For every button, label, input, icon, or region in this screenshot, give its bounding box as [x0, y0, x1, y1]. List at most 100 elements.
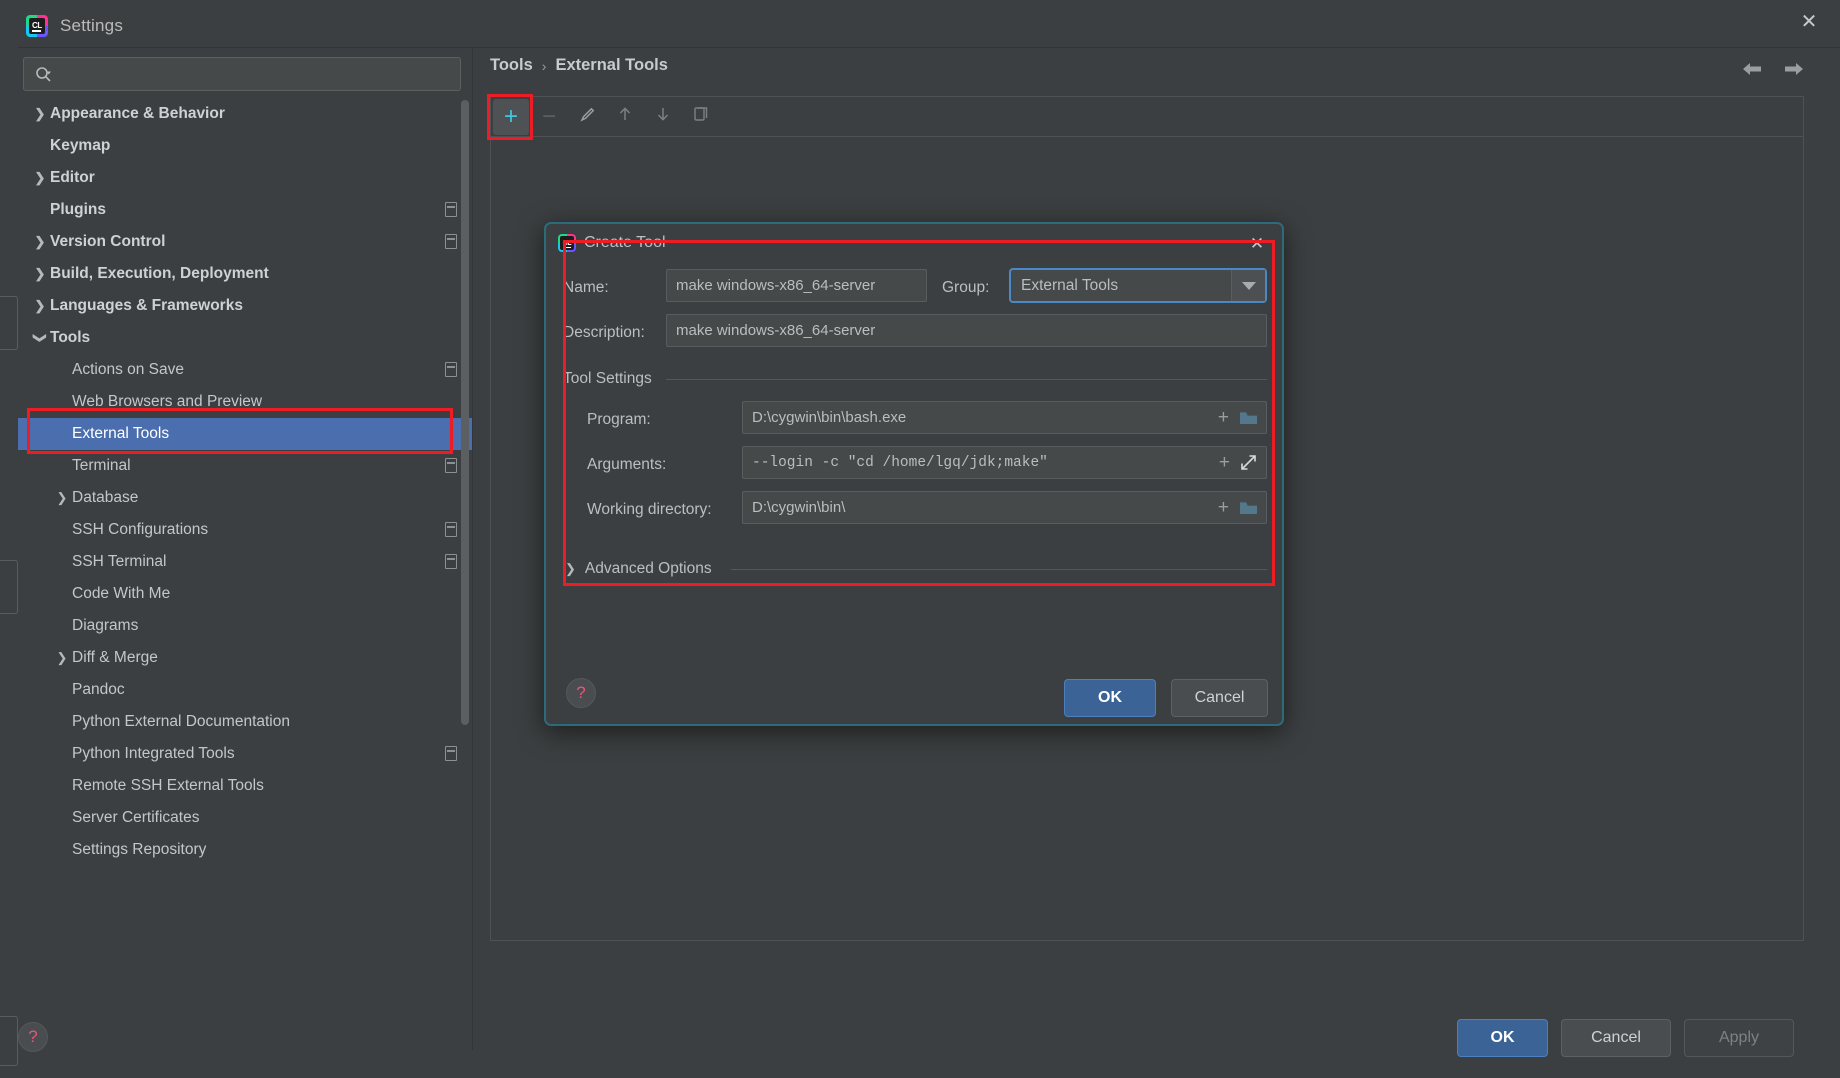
sidebar-item-actions-on-save[interactable]: ❯Actions on Save — [18, 354, 472, 386]
dialog-close-icon[interactable]: ✕ — [1246, 233, 1268, 255]
sidebar-item-label: Editor — [50, 169, 95, 186]
dialog-ok-button[interactable]: OK — [1064, 679, 1156, 717]
chevron-right-icon[interactable]: ❯ — [32, 106, 48, 122]
sidebar-scrollbar-thumb[interactable] — [461, 100, 469, 725]
chevron-down-icon[interactable] — [1231, 270, 1265, 301]
sidebar-item-python-external-documentation[interactable]: ❯Python External Documentation — [18, 706, 472, 738]
sidebar-item-server-certificates[interactable]: ❯Server Certificates — [18, 802, 472, 834]
ok-button[interactable]: OK — [1457, 1019, 1548, 1057]
sidebar-item-label: Diagrams — [72, 617, 139, 634]
sidebar-item-web-browsers-and-preview[interactable]: ❯Web Browsers and Preview — [18, 386, 472, 418]
clion-icon: CL — [558, 234, 576, 252]
sidebar-item-build-execution-deployment[interactable]: ❯ Build, Execution, Deployment — [18, 258, 472, 290]
plugin-badge-icon — [445, 458, 457, 473]
move-up-button[interactable] — [607, 99, 643, 135]
chevron-right-icon[interactable]: ❯ — [32, 266, 48, 282]
window-title: Settings — [60, 15, 124, 35]
settings-window: CL Settings ✕ ❯Appearance & Behavior❯Key… — [0, 0, 1840, 1078]
program-value: D:\cygwin\bin\bash.exe — [752, 409, 907, 426]
arguments-label: Arguments: — [587, 456, 667, 473]
close-icon[interactable]: ✕ — [1794, 8, 1824, 36]
navigation-arrows — [1740, 58, 1806, 80]
sidebar-item-editor[interactable]: ❯ Editor — [18, 162, 472, 194]
working-directory-field[interactable]: D:\cygwin\bin\ + — [742, 491, 1267, 524]
plus-icon[interactable]: + — [1219, 453, 1230, 472]
sidebar-item-label: Actions on Save — [72, 361, 185, 378]
settings-sidebar: ❯Appearance & Behavior❯Keymap❯Editor❯Plu… — [18, 48, 473, 1050]
chevron-right-icon[interactable]: ❯ — [32, 234, 48, 250]
plus-icon[interactable]: + — [1218, 408, 1229, 427]
sidebar-item-diff-merge[interactable]: ❯ Diff & Merge — [18, 642, 472, 674]
sidebar-item-ssh-configurations[interactable]: ❯SSH Configurations — [18, 514, 472, 546]
chevron-right-icon: › — [541, 57, 547, 74]
advanced-options-toggle[interactable]: ❯ Advanced Options — [565, 560, 712, 578]
sidebar-item-keymap[interactable]: ❯Keymap — [18, 130, 472, 162]
sidebar-item-tools[interactable]: ❯ Tools — [18, 322, 472, 354]
chevron-right-icon[interactable]: ❯ — [32, 170, 48, 186]
chevron-down-icon[interactable]: ❯ — [32, 330, 48, 346]
sidebar-item-pandoc[interactable]: ❯Pandoc — [18, 674, 472, 706]
dialog-help-icon[interactable]: ? — [566, 678, 596, 708]
breadcrumb-parent[interactable]: Tools — [490, 56, 533, 75]
sidebar-item-languages-frameworks[interactable]: ❯ Languages & Frameworks — [18, 290, 472, 322]
sidebar-item-settings-repository[interactable]: ❯Settings Repository — [18, 834, 472, 866]
sidebar-item-label: Code With Me — [72, 585, 171, 602]
search-icon — [35, 65, 53, 83]
left-edge-strip-top — [0, 296, 18, 350]
sidebar-item-label: Python External Documentation — [72, 713, 290, 730]
sidebar-item-label: Settings Repository — [72, 841, 207, 858]
external-tools-toolbar: + − — [490, 96, 1804, 136]
settings-tree[interactable]: ❯Appearance & Behavior❯Keymap❯Editor❯Plu… — [18, 98, 472, 1050]
help-icon[interactable]: ? — [18, 1022, 48, 1052]
chevron-right-icon[interactable]: ❯ — [32, 298, 48, 314]
chevron-right-icon[interactable]: ❯ — [54, 650, 70, 666]
sidebar-item-plugins[interactable]: ❯Plugins — [18, 194, 472, 226]
remove-tool-button[interactable]: − — [531, 99, 567, 135]
plus-icon[interactable]: + — [1218, 498, 1229, 517]
clion-icon: CL — [26, 14, 48, 37]
search-input[interactable] — [59, 66, 460, 82]
folder-icon[interactable] — [1239, 410, 1257, 425]
sidebar-item-terminal[interactable]: ❯Terminal — [18, 450, 472, 482]
edit-tool-button[interactable] — [569, 99, 605, 135]
expand-icon[interactable] — [1240, 454, 1257, 471]
group-combobox[interactable]: External Tools — [1009, 268, 1267, 303]
arrow-left-icon[interactable] — [1740, 58, 1764, 80]
sidebar-item-code-with-me[interactable]: ❯Code With Me — [18, 578, 472, 610]
folder-icon[interactable] — [1239, 500, 1257, 515]
search-box[interactable] — [23, 57, 461, 91]
sidebar-item-ssh-terminal[interactable]: ❯SSH Terminal — [18, 546, 472, 578]
sidebar-item-label: Plugins — [50, 201, 106, 218]
sidebar-item-appearance-behavior[interactable]: ❯ Appearance & Behavior — [18, 98, 472, 130]
sidebar-item-label: Diff & Merge — [72, 649, 158, 666]
sidebar-item-label: Web Browsers and Preview — [72, 393, 263, 410]
add-tool-button[interactable]: + — [493, 98, 529, 135]
dialog-cancel-button[interactable]: Cancel — [1171, 679, 1268, 717]
sidebar-item-external-tools[interactable]: ❯External Tools — [18, 418, 472, 450]
cancel-button[interactable]: Cancel — [1561, 1019, 1671, 1057]
create-tool-dialog: CL Create Tool ✕ Name: make windows-x86_… — [544, 222, 1284, 726]
advanced-options-label: Advanced Options — [584, 560, 712, 577]
plugin-badge-icon — [445, 362, 457, 377]
move-down-button[interactable] — [645, 99, 681, 135]
sidebar-item-python-integrated-tools[interactable]: ❯Python Integrated Tools — [18, 738, 472, 770]
arrow-right-icon[interactable] — [1782, 58, 1806, 80]
plugin-badge-icon — [445, 522, 457, 537]
arguments-field[interactable]: --login -c "cd /home/lgq/jdk;make" + — [742, 446, 1267, 479]
name-field[interactable]: make windows-x86_64-server — [666, 269, 927, 302]
copy-tool-button[interactable] — [683, 99, 719, 135]
description-field[interactable]: make windows-x86_64-server — [666, 314, 1267, 347]
pencil-icon — [578, 105, 597, 129]
sidebar-item-remote-ssh-external-tools[interactable]: ❯Remote SSH External Tools — [18, 770, 472, 802]
sidebar-item-database[interactable]: ❯ Database — [18, 482, 472, 514]
sidebar-item-label: Languages & Frameworks — [50, 297, 243, 314]
tool-settings-divider — [666, 379, 1267, 380]
sidebar-item-diagrams[interactable]: ❯Diagrams — [18, 610, 472, 642]
arguments-value: --login -c "cd /home/lgq/jdk;make" — [752, 454, 1048, 471]
program-field[interactable]: D:\cygwin\bin\bash.exe + — [742, 401, 1267, 434]
apply-button[interactable]: Apply — [1684, 1019, 1794, 1057]
chevron-right-icon[interactable]: ❯ — [54, 490, 70, 506]
name-value: make windows-x86_64-server — [676, 277, 876, 294]
sidebar-item-version-control[interactable]: ❯ Version Control — [18, 226, 472, 258]
tool-settings-legend: Tool Settings — [563, 370, 660, 388]
